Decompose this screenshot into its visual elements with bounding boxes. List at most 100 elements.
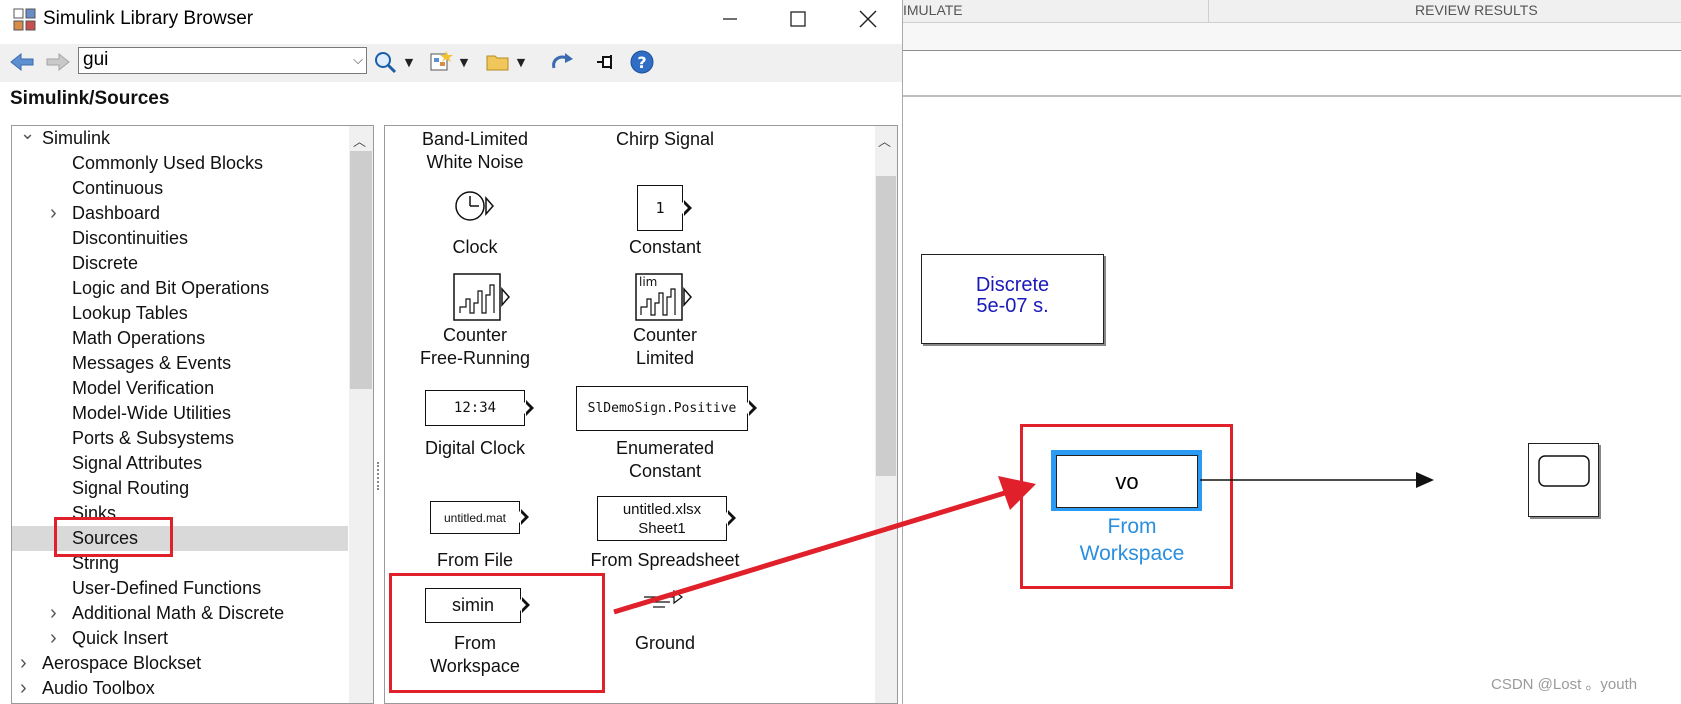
window-title: Simulink Library Browser [43,8,254,29]
digital-clock-label[interactable]: Digital Clock [400,437,550,460]
tree-scroll-thumb[interactable] [350,151,372,389]
refresh-button[interactable] [548,48,576,76]
tree-item-continuous[interactable]: Continuous [12,176,348,201]
tree-item-label: Messages & Events [72,353,232,373]
model-address-bar [902,51,1681,97]
powergui-text: Discrete 5e-07 s. [975,274,1050,317]
counter-free-running-label[interactable]: Counter Free-Running [400,324,550,370]
tree-item-ports-subsystems[interactable]: Ports & Subsystems [12,426,348,451]
annotation-box-from-workspace [389,573,605,693]
tree-item-signal-routing[interactable]: Signal Routing [12,476,348,501]
new-model-button[interactable] [428,48,456,76]
band-limited-white-noise-label[interactable]: Band-Limited White Noise [400,128,550,174]
scroll-up-icon[interactable]: ︿ [353,131,366,150]
tree-item-label: Dashboard [72,203,161,223]
chevron-right-icon[interactable]: › [20,676,27,701]
tree-item-label: Ports & Subsystems [72,428,235,448]
constant-label[interactable]: Constant [570,236,760,259]
library-tree[interactable]: ⌄ Simulink Commonly Used Blocks Continuous ›… [11,125,374,704]
tree-item-signal-attributes[interactable]: Signal Attributes [12,451,348,476]
enumerated-constant-icon[interactable]: SlDemoSign.Positive [576,386,748,431]
from-file-icon[interactable]: untitled.mat [430,501,520,534]
search-icon [375,52,397,74]
close-button[interactable] [838,0,898,38]
tree-item-quick-insert[interactable]: › Quick Insert [12,626,348,651]
pin-button[interactable] [594,48,616,76]
tree-item-label: Additional Math & Discrete [72,603,285,623]
counter-limited-label[interactable]: Counter Limited [570,324,760,370]
constant-block-icon[interactable]: 1 [637,185,683,231]
tab-separator [1208,0,1209,22]
tree-item-label: Lookup Tables [72,303,188,323]
digital-clock-icon[interactable]: 12:34 [425,390,525,426]
svg-text:?: ? [637,53,646,72]
tree-item-model-wide-utilities[interactable]: Model-Wide Utilities [12,401,348,426]
powergui-block[interactable]: Discrete 5e-07 s. [921,254,1104,344]
tree-item-model-verification[interactable]: Model Verification [12,376,348,401]
tree-item-audio-toolbox[interactable]: › Audio Toolbox [12,676,348,701]
tree-item-math-operations[interactable]: Math Operations [12,326,348,351]
forward-arrow-icon [46,52,70,72]
counter-limited-icon[interactable]: lim [635,273,693,323]
tree-item-discrete[interactable]: Discrete [12,251,348,276]
open-dropdown[interactable]: ▼ [514,48,528,76]
chevron-right-icon[interactable]: › [50,626,57,651]
tree-item-lookup-tables[interactable]: Lookup Tables [12,301,348,326]
tree-item-commonly-used-blocks[interactable]: Commonly Used Blocks [12,151,348,176]
watermark: CSDN @Lost 。youth [1491,676,1638,693]
tree-item-label: Continuous [72,178,164,198]
from-file-label[interactable]: From File [400,549,550,572]
tree-item-messages-events[interactable]: Messages & Events [12,351,348,376]
minimize-button[interactable] [700,0,760,38]
chevron-right-icon[interactable]: › [50,601,57,626]
chevron-right-icon[interactable]: › [50,201,57,226]
tree-item-simulink[interactable]: ⌄ Simulink [12,126,348,151]
open-folder-icon [486,55,509,71]
pin-icon [597,55,612,69]
tree-item-aerospace-blockset[interactable]: › Aerospace Blockset [12,651,348,676]
tree-item-discontinuities[interactable]: Discontinuities [12,226,348,251]
forward-button[interactable] [44,48,72,76]
chevron-right-icon[interactable]: › [20,651,27,676]
refresh-icon [552,53,573,69]
scope-block[interactable] [1528,443,1599,517]
blocks-scroll-thumb[interactable] [876,176,896,476]
tree-item-dashboard[interactable]: › Dashboard [12,201,348,226]
clock-label[interactable]: Clock [400,236,550,259]
tree-item-label: Signal Attributes [72,453,203,473]
annotation-box-model [1020,424,1233,589]
tree-item-label: Discontinuities [72,228,189,248]
counter-free-running-icon[interactable] [453,273,511,323]
chevron-down-icon[interactable]: ⌄ [20,126,35,146]
annotation-box-sources [54,517,173,557]
tree-scrollbar[interactable]: ︿ [349,126,373,703]
tab-simulate[interactable]: IMULATE [903,2,963,18]
tree-item-label: Math Operations [72,328,206,348]
tree-item-label: Simulink [42,128,111,148]
signal-line[interactable] [1200,468,1436,492]
open-button[interactable] [484,48,512,76]
chirp-signal-label[interactable]: Chirp Signal [570,128,760,151]
tree-item-label: Logic and Bit Operations [72,278,270,298]
find-options-dropdown[interactable]: ▼ [402,48,416,76]
maximize-button[interactable] [768,0,828,38]
new-model-dropdown[interactable]: ▼ [457,48,471,76]
pane-splitter[interactable] [377,462,383,490]
scope-icon [1538,455,1590,487]
search-history-dropdown[interactable]: ⌵ [351,49,365,71]
tree-item-label: Discrete [72,253,139,273]
tree-item-user-defined-functions[interactable]: User-Defined Functions [12,576,348,601]
help-button[interactable]: ? [628,48,656,76]
scroll-up-icon[interactable]: ︿ [878,131,891,150]
help-icon: ? [630,50,654,74]
title-bar[interactable]: Simulink Library Browser [0,0,902,40]
back-button[interactable] [8,48,36,76]
tab-review-results[interactable]: REVIEW RESULTS [1415,2,1538,18]
search-input[interactable]: gui [78,47,367,74]
tree-item-label: Audio Toolbox [42,678,155,698]
new-model-icon [430,51,453,71]
tree-item-additional-math-discrete[interactable]: › Additional Math & Discrete [12,601,348,626]
tree-item-logic-and-bit-operations[interactable]: Logic and Bit Operations [12,276,348,301]
find-button[interactable] [372,48,400,76]
clock-block-icon[interactable] [455,188,497,224]
